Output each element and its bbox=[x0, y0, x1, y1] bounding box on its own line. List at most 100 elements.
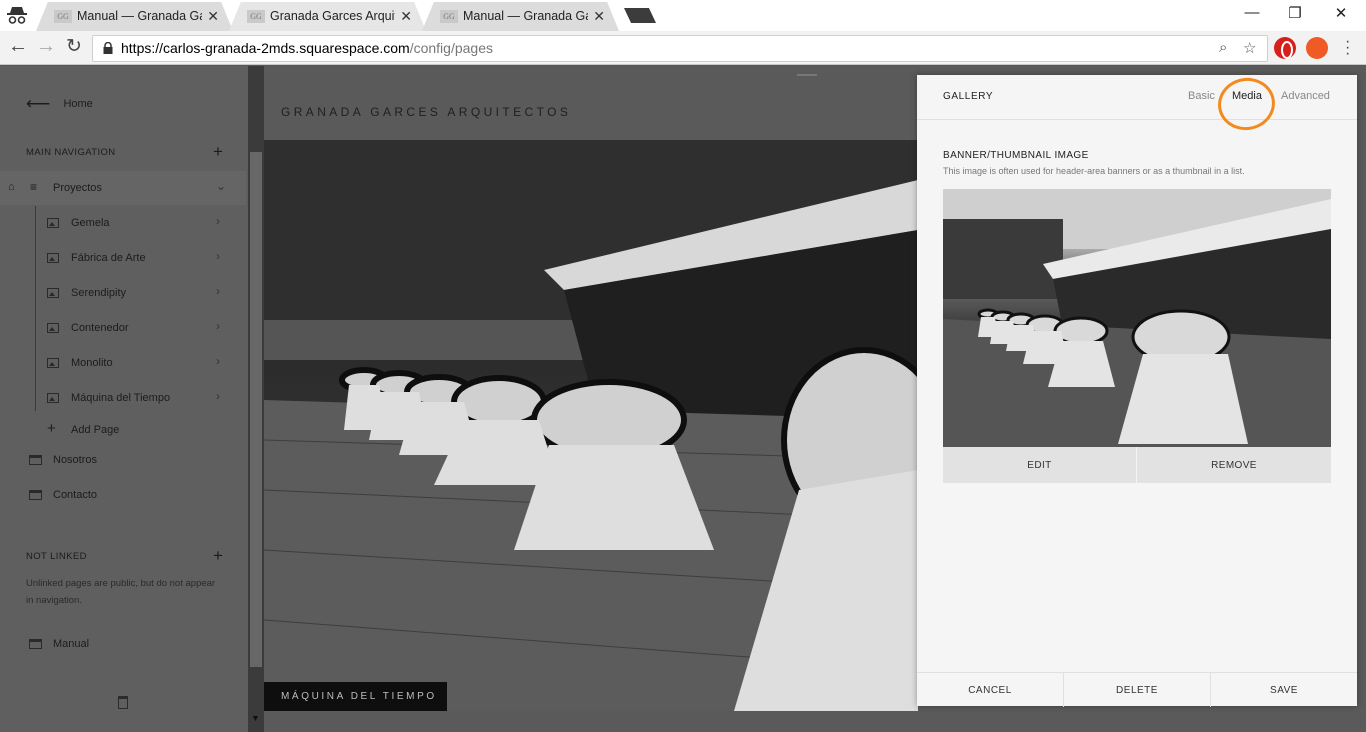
hamburger-icon: ≡ bbox=[30, 180, 38, 194]
page-icon bbox=[29, 490, 42, 500]
thumbnail-photo bbox=[943, 189, 1331, 447]
sidebar-item-contenedor[interactable]: Contenedor › bbox=[0, 311, 246, 345]
main-navigation-heading: MAIN NAVIGATION bbox=[26, 147, 116, 158]
home-label: Home bbox=[63, 97, 93, 110]
browser-tab-3[interactable]: GG Manual — Granada Garc ✕ bbox=[422, 2, 619, 31]
delete-button[interactable]: DELETE bbox=[1064, 673, 1210, 707]
plus-icon[interactable]: + bbox=[213, 142, 223, 162]
browser-toolbar: ← → ↻ https://carlos-granada-2mds.square… bbox=[0, 31, 1366, 65]
chevron-right-icon: › bbox=[216, 354, 220, 368]
field-description: This image is often used for header-area… bbox=[943, 166, 1245, 176]
sidebar-item-label: Gemela bbox=[71, 217, 110, 229]
zoom-icon[interactable]: ⌕ bbox=[1219, 39, 1227, 56]
sidebar-item-label: Monolito bbox=[71, 357, 113, 369]
image-actions: EDIT REMOVE bbox=[943, 447, 1331, 483]
image-page-icon bbox=[47, 288, 59, 298]
thumbnail-image[interactable] bbox=[943, 189, 1331, 447]
close-icon[interactable]: ✕ bbox=[207, 8, 219, 25]
minimize-icon[interactable]: — bbox=[1237, 4, 1267, 21]
annotation-circle bbox=[1213, 73, 1280, 135]
edit-image-button[interactable]: EDIT bbox=[943, 447, 1136, 483]
tab-basic[interactable]: Basic bbox=[1188, 90, 1215, 102]
tab-advanced[interactable]: Advanced bbox=[1281, 90, 1330, 102]
trash-icon[interactable] bbox=[118, 696, 128, 709]
sidebar-item-label: Contacto bbox=[53, 489, 98, 501]
sidebar-item-label: Manual bbox=[53, 638, 90, 650]
lock-icon bbox=[103, 42, 113, 54]
tab-favicon: GG bbox=[440, 10, 458, 23]
plus-icon[interactable]: + bbox=[213, 546, 223, 566]
sidebar-item-monolito[interactable]: Monolito › bbox=[0, 346, 246, 380]
sidebar-item-manual[interactable]: Manual bbox=[0, 627, 246, 661]
chevron-down-icon: ⌄ bbox=[216, 179, 227, 193]
tab-favicon: GG bbox=[54, 10, 72, 23]
image-page-icon bbox=[47, 218, 59, 228]
menu-icon[interactable]: · · · bbox=[1345, 34, 1350, 62]
maximize-icon[interactable]: ❐ bbox=[1280, 4, 1310, 22]
forward-icon[interactable]: → bbox=[34, 35, 58, 58]
close-icon[interactable]: ✕ bbox=[400, 8, 412, 25]
image-page-icon bbox=[47, 323, 59, 333]
tab-title: Manual — Granada Garc bbox=[463, 9, 588, 23]
panel-title: GALLERY bbox=[943, 91, 994, 102]
save-button[interactable]: SAVE bbox=[1211, 673, 1357, 707]
drag-handle[interactable] bbox=[797, 74, 817, 76]
fire-extension-icon[interactable] bbox=[1306, 37, 1328, 59]
star-icon[interactable]: ☆ bbox=[1243, 39, 1256, 57]
home-link[interactable]: ⟵ Home bbox=[26, 94, 93, 114]
hero-photo bbox=[264, 140, 918, 711]
sidebar-item-label: Nosotros bbox=[53, 454, 98, 466]
sidebar-item-serendipity[interactable]: Serendipity › bbox=[0, 276, 246, 310]
preview-scrollbar[interactable]: ▼ bbox=[248, 66, 264, 732]
page-icon bbox=[29, 455, 42, 465]
chevron-right-icon: › bbox=[216, 319, 220, 333]
site-title: GRANADA GARCES ARQUITECTOS bbox=[281, 105, 572, 119]
scrollbar-thumb[interactable] bbox=[250, 152, 262, 667]
sidebar-item-label: Contenedor bbox=[71, 322, 129, 334]
sidebar-item-gemela[interactable]: Gemela › bbox=[0, 206, 246, 240]
address-bar[interactable]: https://carlos-granada-2mds.squarespace.… bbox=[92, 35, 1268, 62]
sidebar-item-fabrica-de-arte[interactable]: Fábrica de Arte › bbox=[0, 241, 246, 275]
incognito-icon bbox=[7, 7, 27, 24]
chevron-right-icon: › bbox=[216, 389, 220, 403]
url-text: https://carlos-granada-2mds.squarespace.… bbox=[121, 40, 493, 56]
panel-header: GALLERY Basic Media Advanced bbox=[917, 73, 1357, 135]
browser-tabstrip: GG Manual — Granada Garc ✕ GG Granada Ga… bbox=[0, 0, 1366, 31]
tab-title: Granada Garces Arquitec bbox=[270, 9, 395, 23]
new-tab-button[interactable] bbox=[624, 8, 656, 23]
chevron-right-icon: › bbox=[216, 284, 220, 298]
sidebar-item-label: Máquina del Tiempo bbox=[71, 392, 171, 404]
gallery-settings-panel: GALLERY Basic Media Advanced BANNER/THUM… bbox=[917, 73, 1357, 707]
opera-extension-icon[interactable] bbox=[1274, 37, 1296, 59]
pages-sidebar: ⟵ Home MAIN NAVIGATION + ⌂ ≡ Proyectos ⌄… bbox=[0, 66, 248, 732]
sidebar-item-contacto[interactable]: Contacto bbox=[0, 478, 246, 512]
hero-image: MÁQUINA DEL TIEMPO bbox=[264, 140, 918, 711]
field-label: BANNER/THUMBNAIL IMAGE bbox=[943, 150, 1089, 161]
not-linked-heading: NOT LINKED bbox=[26, 551, 87, 562]
sidebar-item-label: Serendipity bbox=[71, 287, 127, 299]
browser-tab-2[interactable]: GG Granada Garces Arquitec ✕ bbox=[229, 2, 426, 31]
sidebar-item-proyectos[interactable]: ⌂ ≡ Proyectos ⌄ bbox=[0, 171, 246, 205]
page-icon bbox=[29, 639, 42, 649]
reload-icon[interactable]: ↻ bbox=[62, 35, 86, 58]
url-host: https://carlos-granada-2mds.squarespace.… bbox=[121, 40, 410, 56]
image-page-icon bbox=[47, 253, 59, 263]
image-page-icon bbox=[47, 358, 59, 368]
site-preview: GRANADA GARCES ARQUITECTOS MÁQUINA DEL T… bbox=[264, 84, 918, 711]
back-icon[interactable]: ← bbox=[6, 35, 30, 58]
arrow-left-icon: ⟵ bbox=[26, 94, 51, 113]
sidebar-item-label: Proyectos bbox=[53, 182, 102, 194]
browser-tab-1[interactable]: GG Manual — Granada Garc ✕ bbox=[36, 2, 233, 31]
hero-caption-text: MÁQUINA DEL TIEMPO bbox=[281, 691, 437, 702]
window-close-icon[interactable]: ✕ bbox=[1326, 4, 1356, 22]
sidebar-item-label: Fábrica de Arte bbox=[71, 252, 146, 264]
panel-footer: CANCEL DELETE SAVE bbox=[917, 672, 1357, 707]
remove-image-button[interactable]: REMOVE bbox=[1137, 447, 1331, 483]
cancel-button[interactable]: CANCEL bbox=[917, 673, 1063, 707]
add-page-button[interactable]: + Add Page bbox=[0, 413, 246, 447]
sidebar-item-maquina-del-tiempo[interactable]: Máquina del Tiempo › bbox=[0, 381, 246, 415]
chevron-right-icon: › bbox=[216, 249, 220, 263]
scroll-down-arrow-icon[interactable]: ▼ bbox=[251, 713, 260, 723]
close-icon[interactable]: ✕ bbox=[593, 8, 605, 25]
sidebar-item-nosotros[interactable]: Nosotros bbox=[0, 443, 246, 477]
